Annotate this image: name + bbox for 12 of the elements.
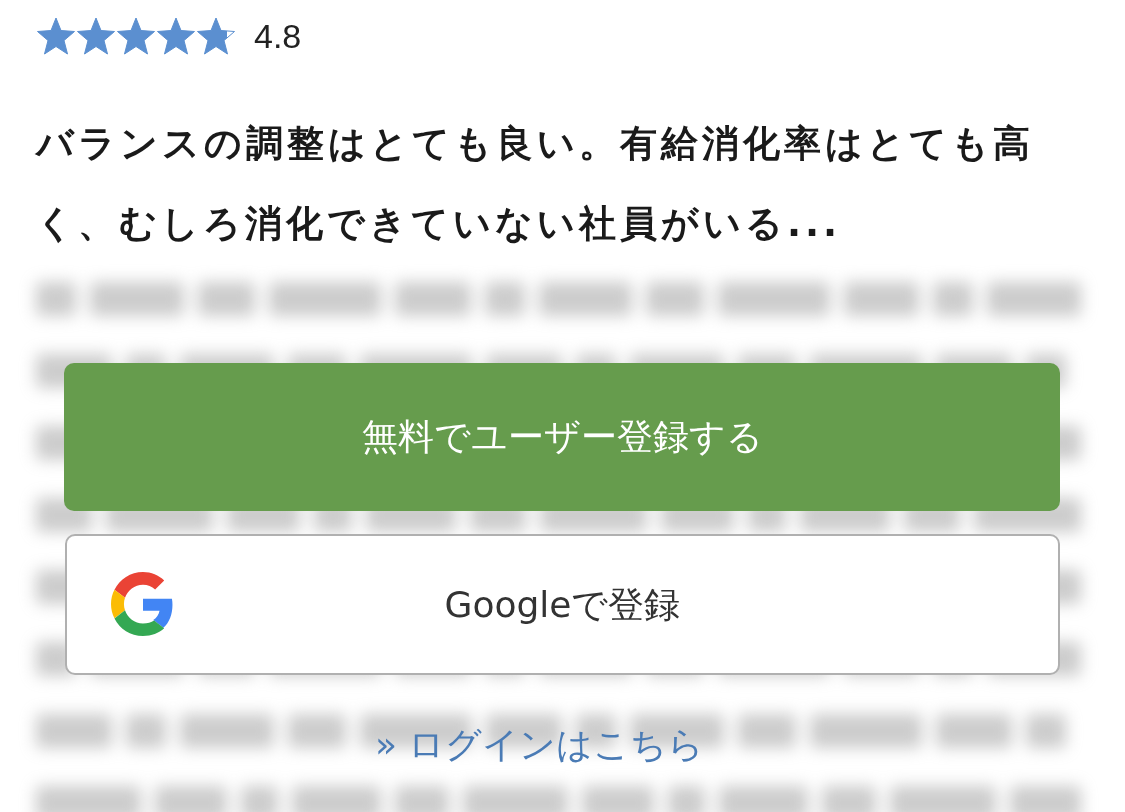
- google-logo-icon: [111, 572, 175, 636]
- star-icon: [76, 16, 116, 56]
- star-icon: [156, 16, 196, 56]
- star-icon: [36, 16, 76, 56]
- review-text: バランスの調整はとても良い。有給消化率はとても高く、むしろ消化できていない社員がいる...: [36, 121, 1035, 247]
- google-signup-button[interactable]: Googleで登録: [65, 534, 1060, 675]
- star-icon: [196, 16, 236, 56]
- star-icon: [116, 16, 156, 56]
- signup-button[interactable]: 無料でユーザー登録する: [64, 363, 1060, 511]
- google-signup-label: Googleで登録: [444, 582, 681, 627]
- rating-score: 4.8: [254, 15, 302, 57]
- login-link[interactable]: » ログインはこちら: [375, 718, 705, 772]
